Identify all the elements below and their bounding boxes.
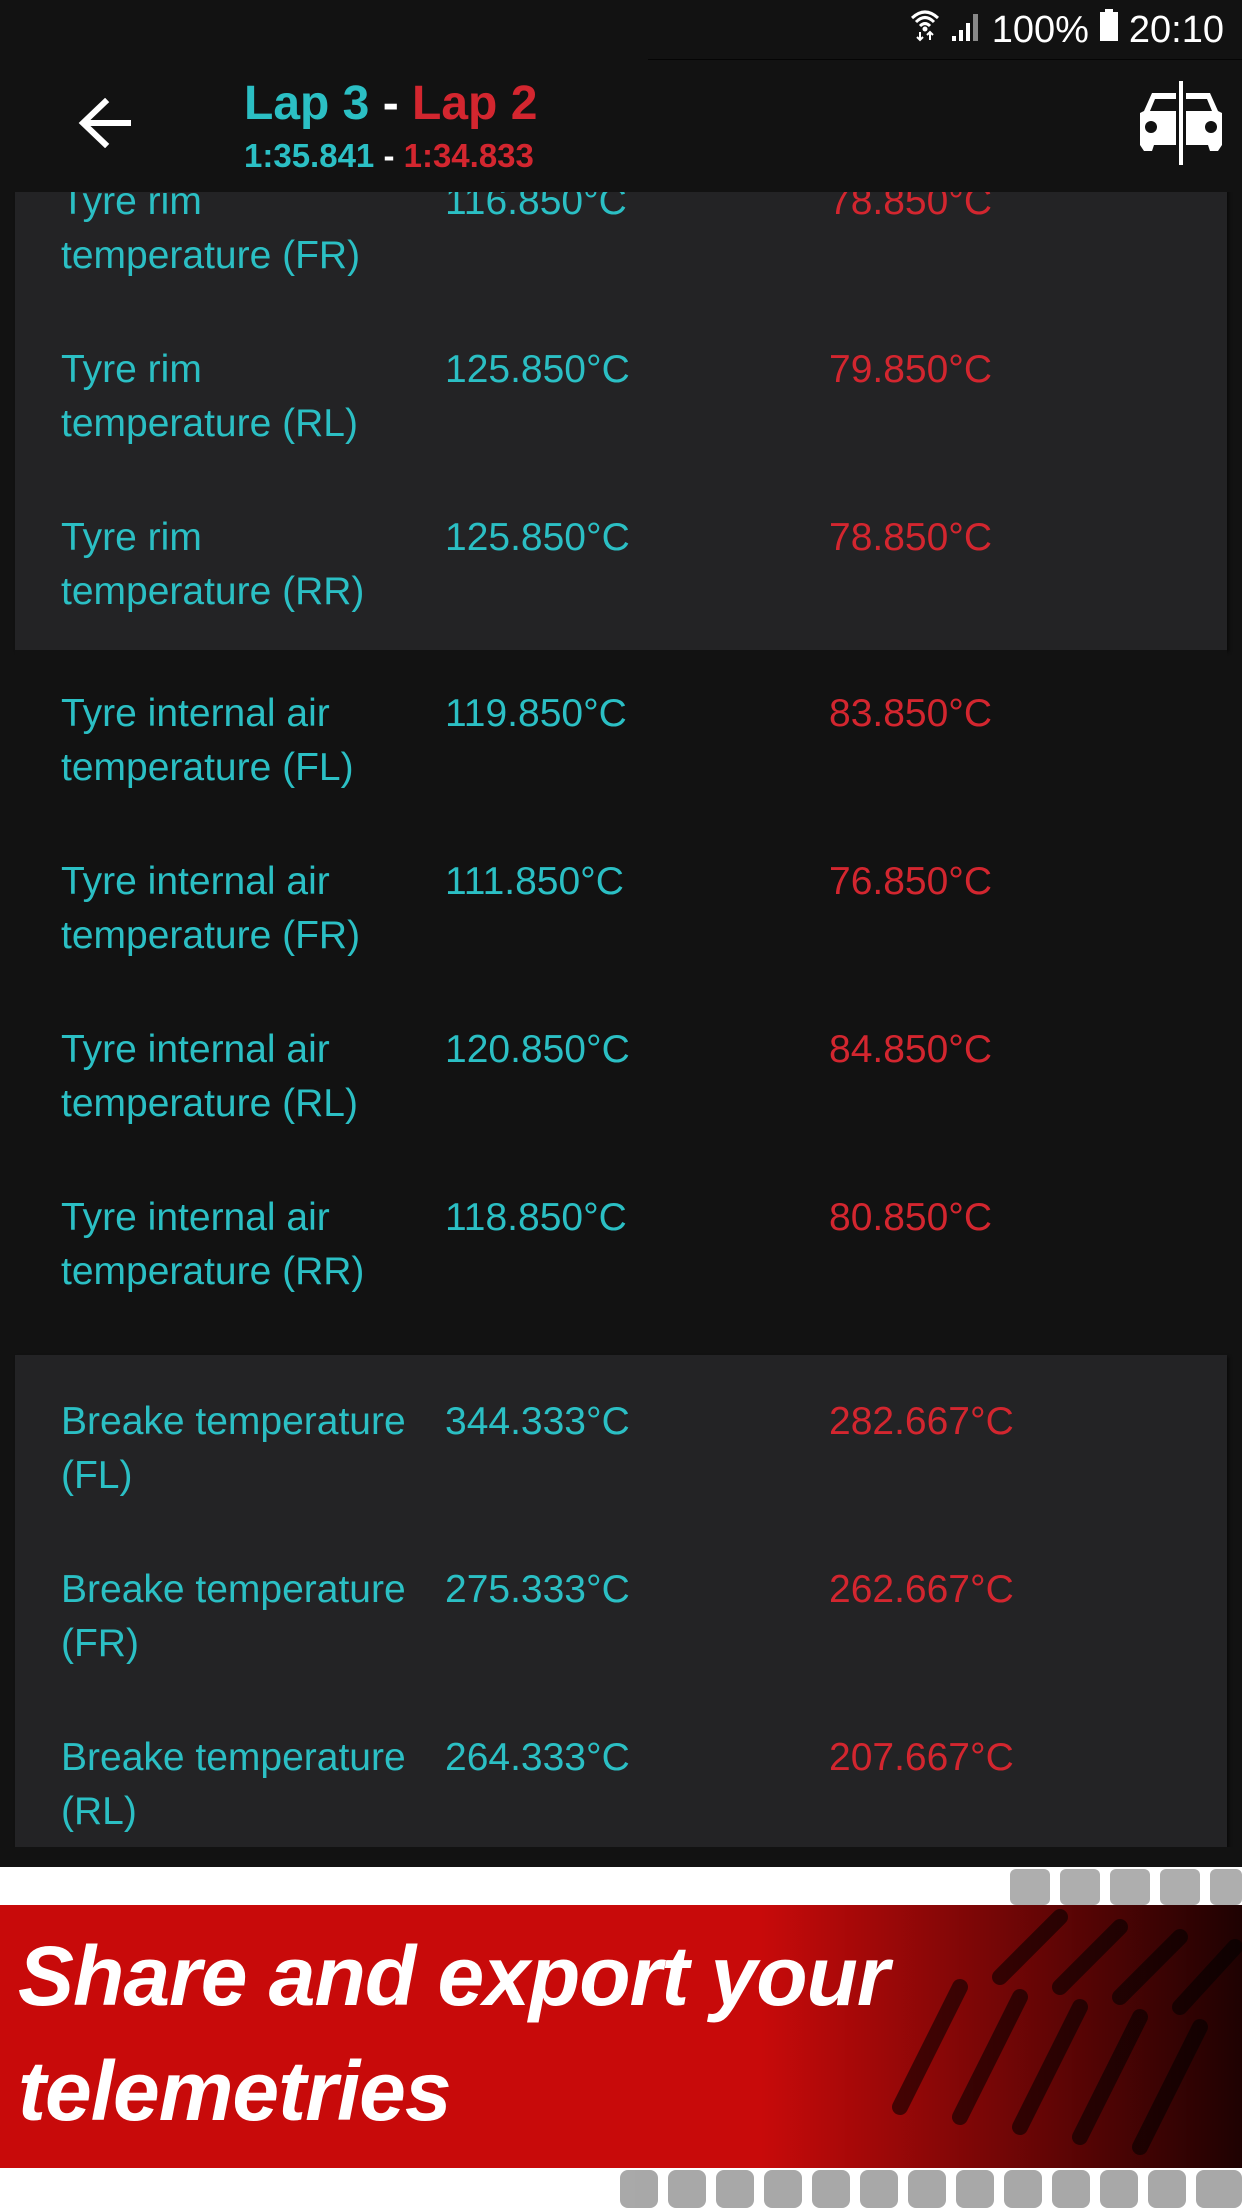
row-label: Tyre internal air temperature (RR)	[61, 1196, 365, 1293]
list-item: Tyre internal air temperature (RR) 118.8…	[15, 1191, 1227, 1331]
signal-icon	[950, 9, 982, 52]
lap-b-value: 207.667°C	[829, 1736, 1014, 1779]
lap-a-value: 116.850°C	[445, 192, 627, 223]
row-label: Tyre internal air temperature (RL)	[61, 1028, 358, 1125]
app-bar: Lap 3 - Lap 2 1:35.841 - 1:34.833	[0, 60, 1242, 192]
list-item: Tyre rim temperature (RL) 125.850°C 79.8…	[15, 343, 1227, 483]
lap-a-value: 264.333°C	[445, 1736, 630, 1779]
promo-banner[interactable]: Share and export your telemetries	[0, 1867, 1242, 2208]
lap-times: 1:35.841 - 1:34.833	[244, 136, 537, 176]
row-label: Breake temperature (RL)	[61, 1736, 406, 1833]
lap-a-value: 111.850°C	[445, 860, 624, 903]
row-label: Tyre rim temperature (FR)	[61, 192, 361, 277]
lap-a-value: 120.850°C	[445, 1028, 630, 1071]
lap-a-value: 275.333°C	[445, 1568, 630, 1611]
lap-b-value: 78.850°C	[829, 192, 993, 223]
lap-b-title: Lap 2	[412, 77, 538, 130]
row-label: Tyre internal air temperature (FL)	[61, 692, 354, 789]
lap-b-value: 262.667°C	[829, 1568, 1014, 1611]
banner-text: Share and export your telemetries	[18, 1929, 890, 2138]
lap-a-value: 125.850°C	[445, 516, 630, 559]
back-button[interactable]	[60, 90, 150, 160]
list-item: Breake temperature (RL) 264.333°C 207.66…	[15, 1731, 1227, 1847]
row-label: Breake temperature (FL)	[61, 1400, 406, 1497]
lap-b-value: 76.850°C	[829, 860, 993, 903]
lap-comparison-title: Lap 3 - Lap 2 1:35.841 - 1:34.833	[244, 76, 537, 176]
status-bar: 100% 20:10	[0, 0, 1242, 60]
list-item: Tyre rim temperature (RR) 125.850°C 78.8…	[15, 511, 1227, 651]
group-tyre-internal-air-temperature: Tyre internal air temperature (FL) 119.8…	[15, 650, 1227, 1355]
lap-a-value: 119.850°C	[445, 692, 627, 735]
list-item: Tyre rim temperature (FR) 116.850°C 78.8…	[15, 192, 1227, 315]
lap-b-value: 79.850°C	[829, 348, 993, 391]
arrow-left-icon	[77, 97, 133, 153]
list-item: Tyre internal air temperature (FL) 119.8…	[15, 687, 1227, 827]
battery-icon	[1099, 8, 1119, 52]
title-separator: -	[369, 77, 413, 130]
lap-b-value: 282.667°C	[829, 1400, 1014, 1443]
car-compare-icon	[1138, 80, 1224, 170]
clock: 20:10	[1128, 8, 1224, 51]
status-icons: 100% 20:10	[910, 8, 1224, 52]
lap-a-value: 118.850°C	[445, 1196, 627, 1239]
wifi-icon	[910, 8, 940, 52]
list-item: Breake temperature (FR) 275.333°C 262.66…	[15, 1563, 1227, 1703]
compare-cars-button[interactable]	[1136, 80, 1226, 170]
telemetry-comparison-list[interactable]: Tyre rim temperature (FR) 116.850°C 78.8…	[0, 192, 1242, 1847]
lap-b-value: 83.850°C	[829, 692, 993, 735]
list-item: Tyre internal air temperature (FR) 111.8…	[15, 855, 1227, 995]
group-breake-temperature: Breake temperature (FL) 344.333°C 282.66…	[15, 1355, 1227, 1847]
lap-a-time: 1:35.841	[244, 137, 375, 174]
lap-a-title: Lap 3	[244, 77, 370, 130]
lap-a-value: 344.333°C	[445, 1400, 630, 1443]
row-label: Tyre rim temperature (RL)	[61, 348, 358, 445]
lap-b-value: 84.850°C	[829, 1028, 993, 1071]
page-title: Lap 3 - Lap 2	[244, 76, 537, 132]
list-item: Breake temperature (FL) 344.333°C 282.66…	[15, 1395, 1227, 1535]
battery-percent: 100%	[991, 8, 1089, 51]
group-tyre-rim-temperature: Tyre rim temperature (FR) 116.850°C 78.8…	[15, 192, 1227, 650]
lap-a-value: 125.850°C	[445, 348, 630, 391]
row-label: Tyre internal air temperature (FR)	[61, 860, 361, 957]
row-label: Breake temperature (FR)	[61, 1568, 406, 1665]
list-item: Tyre internal air temperature (RL) 120.8…	[15, 1023, 1227, 1163]
lap-b-time: 1:34.833	[403, 137, 534, 174]
row-label: Tyre rim temperature (RR)	[61, 516, 365, 613]
time-separator: -	[374, 137, 404, 174]
lap-b-value: 80.850°C	[829, 1196, 993, 1239]
lap-b-value: 78.850°C	[829, 516, 993, 559]
